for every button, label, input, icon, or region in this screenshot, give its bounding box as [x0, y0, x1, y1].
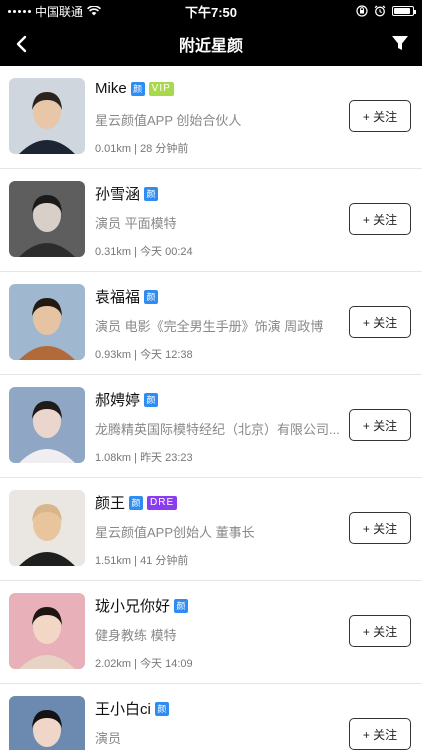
time-label: 今天 14:09 — [140, 658, 193, 670]
avatar-image — [9, 593, 85, 669]
meta-separator: | — [131, 349, 141, 361]
follow-button[interactable]: + 关注 — [349, 409, 411, 441]
distance-label: 0.31km — [95, 246, 132, 258]
status-bar: 中国联通 下午7:50 — [0, 0, 422, 22]
name-line: Mike 颜 VIP — [95, 80, 174, 97]
list-item[interactable]: 袁福福 颜 演员 电影《完全男生手册》饰演 周政博 0.93km | 今天 12… — [0, 272, 422, 375]
status-time: 下午7:50 — [184, 4, 238, 20]
avatar[interactable] — [9, 78, 85, 154]
status-left: 中国联通 — [8, 3, 158, 20]
avatar[interactable] — [9, 593, 85, 669]
avatar-image — [9, 284, 85, 360]
distance-label: 0.93km — [95, 349, 132, 361]
back-button[interactable] — [10, 32, 34, 56]
avatar-image — [9, 78, 85, 154]
list-item[interactable]: 颜王 颜 DRE 星云颜值APP创始人 董事长 1.51km | 41 分钟前 … — [0, 478, 422, 581]
distance-time: 1.08km | 昨天 23:23 — [95, 449, 193, 465]
meta-separator: | — [131, 143, 141, 155]
avatar-image — [9, 181, 85, 257]
avatar[interactable] — [9, 181, 85, 257]
avatar[interactable] — [9, 696, 85, 750]
meta-separator: | — [131, 452, 141, 464]
status-right — [264, 5, 416, 17]
verified-badge: 颜 — [174, 598, 189, 613]
user-description: 演员 — [95, 731, 122, 746]
list-item[interactable]: 孙雪涵 颜 演员 平面模特 0.31km | 今天 00:24 + 关注 — [0, 169, 422, 272]
wifi-icon — [87, 6, 101, 16]
distance-label: 2.02km — [95, 658, 132, 670]
meta-separator: | — [131, 555, 141, 567]
follow-button[interactable]: + 关注 — [349, 306, 411, 338]
user-tag-badge: VIP — [148, 81, 174, 96]
verified-badge: 颜 — [129, 495, 144, 510]
distance-label: 0.01km — [95, 143, 132, 155]
avatar-image — [9, 387, 85, 463]
user-description: 演员 平面模特 — [95, 216, 177, 231]
distance-label: 1.51km — [95, 555, 132, 567]
follow-button[interactable]: + 关注 — [349, 615, 411, 647]
nav-bar: 附近星颜 — [0, 22, 422, 66]
user-name[interactable]: 孙雪涵 — [95, 183, 140, 204]
follow-button[interactable]: + 关注 — [349, 203, 411, 235]
time-label: 今天 12:38 — [140, 349, 193, 361]
avatar-image — [9, 696, 85, 750]
verified-badge: 颜 — [144, 392, 159, 407]
verified-badge: 颜 — [154, 701, 169, 716]
user-description: 龙腾精英国际模特经纪（北京）有限公司... — [95, 422, 340, 437]
time-label: 昨天 23:23 — [140, 452, 193, 464]
user-description: 星云颜值APP创始人 董事长 — [95, 525, 255, 540]
name-line: 王小白ci 颜 — [95, 698, 169, 719]
user-description: 演员 电影《完全男生手册》饰演 周政博 — [95, 319, 324, 334]
distance-time: 0.93km | 今天 12:38 — [95, 346, 193, 362]
name-line: 颜王 颜 DRE — [95, 492, 178, 513]
distance-time: 2.02km | 今天 14:09 — [95, 655, 193, 671]
follow-button[interactable]: + 关注 — [349, 100, 411, 132]
time-label: 今天 00:24 — [140, 246, 193, 258]
user-name[interactable]: 王小白ci — [95, 698, 151, 719]
name-line: 袁福福 颜 — [95, 286, 159, 307]
orientation-lock-icon — [356, 5, 368, 17]
follow-button[interactable]: + 关注 — [349, 718, 411, 750]
meta-separator: | — [131, 658, 141, 670]
avatar[interactable] — [9, 490, 85, 566]
list-item[interactable]: 珑小兄你好 颜 健身教练 模特 2.02km | 今天 14:09 + 关注 — [0, 581, 422, 684]
user-description: 健身教练 模特 — [95, 628, 177, 643]
carrier-label: 中国联通 — [35, 4, 84, 19]
user-name[interactable]: Mike — [95, 80, 127, 97]
battery-icon — [392, 6, 416, 16]
filter-icon — [392, 36, 408, 50]
list-item[interactable]: 王小白ci 颜 演员 + 关注 — [0, 684, 422, 750]
follow-button[interactable]: + 关注 — [349, 512, 411, 544]
distance-label: 1.08km — [95, 452, 132, 464]
distance-time: 0.01km | 28 分钟前 — [95, 140, 188, 156]
avatar[interactable] — [9, 387, 85, 463]
avatar-image — [9, 490, 85, 566]
alarm-icon — [374, 5, 386, 17]
name-line: 郝娉婷 颜 — [95, 389, 159, 410]
chevron-left-icon — [16, 35, 27, 53]
user-name[interactable]: 郝娉婷 — [95, 389, 140, 410]
avatar[interactable] — [9, 284, 85, 360]
time-label: 41 分钟前 — [140, 555, 189, 567]
user-name[interactable]: 颜王 — [95, 492, 125, 513]
user-description: 星云颜值APP 创始合伙人 — [95, 113, 242, 128]
signal-icon — [8, 9, 31, 13]
distance-time: 1.51km | 41 分钟前 — [95, 552, 188, 568]
page-title: 附近星颜 — [178, 38, 243, 55]
meta-separator: | — [131, 246, 141, 258]
user-list: Mike 颜 VIP 星云颜值APP 创始合伙人 0.01km | 28 分钟前… — [0, 66, 422, 750]
list-item[interactable]: 郝娉婷 颜 龙腾精英国际模特经纪（北京）有限公司... 1.08km | 昨天 … — [0, 375, 422, 478]
time-label: 28 分钟前 — [140, 143, 189, 155]
verified-badge: 颜 — [144, 289, 159, 304]
name-line: 珑小兄你好 颜 — [95, 595, 189, 616]
user-name[interactable]: 珑小兄你好 — [95, 595, 170, 616]
name-line: 孙雪涵 颜 — [95, 183, 159, 204]
distance-time: 0.31km | 今天 00:24 — [95, 243, 193, 259]
user-tag-badge: DRE — [147, 495, 178, 510]
verified-badge: 颜 — [130, 81, 145, 96]
list-item[interactable]: Mike 颜 VIP 星云颜值APP 创始合伙人 0.01km | 28 分钟前… — [0, 66, 422, 169]
verified-badge: 颜 — [144, 186, 159, 201]
user-name[interactable]: 袁福福 — [95, 286, 140, 307]
filter-button[interactable] — [390, 33, 410, 53]
